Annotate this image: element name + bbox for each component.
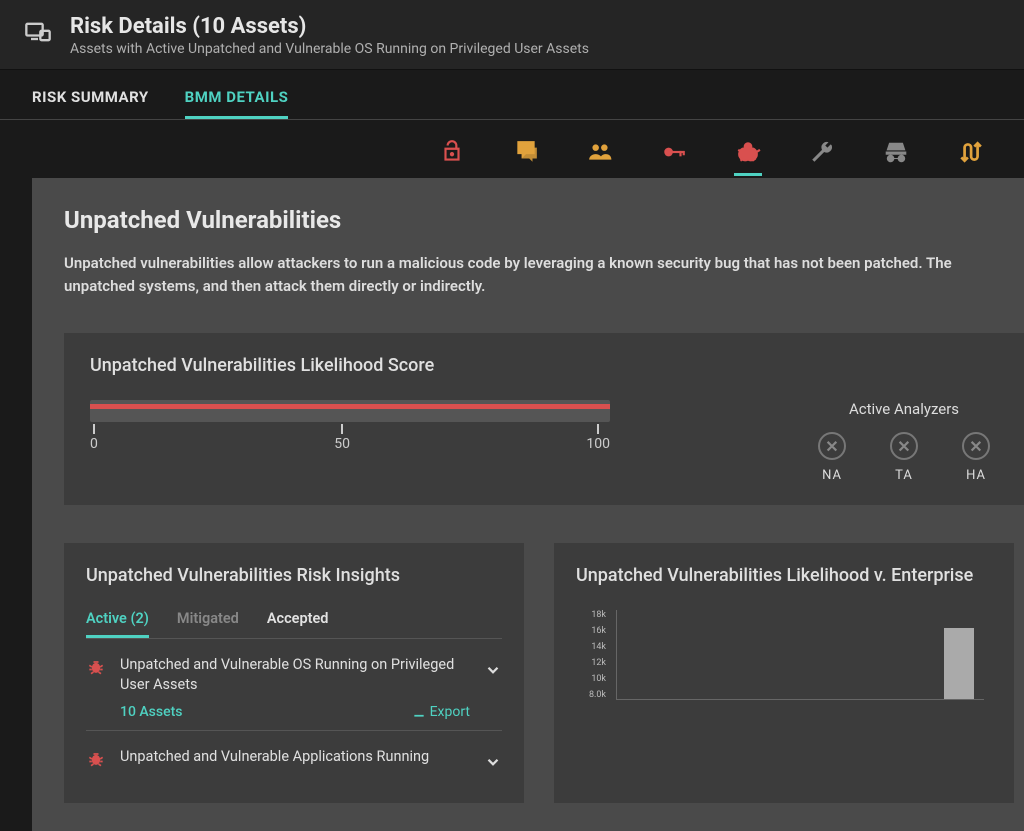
device-icon [24,14,52,50]
key-icon[interactable] [660,138,688,166]
page-header: Risk Details (10 Assets) Assets with Act… [0,0,1024,70]
bug-icon [86,749,106,769]
analyzers-title: Active Analyzers [818,400,990,418]
insight-row: Unpatched and Vulnerable Applications Ru… [86,731,502,781]
wrench-icon[interactable] [808,138,836,166]
section-title: Unpatched Vulnerabilities [64,206,1024,234]
close-circle-icon: ✕ [962,432,990,460]
close-circle-icon: ✕ [890,432,918,460]
subtab-accepted[interactable]: Accepted [267,610,329,638]
insight-title: Unpatched and Vulnerable Applications Ru… [120,747,470,767]
insight-title: Unpatched and Vulnerable OS Running on P… [120,655,470,694]
chevron-down-icon[interactable] [484,753,502,771]
insights-card: Unpatched Vulnerabilities Risk Insights … [64,543,524,803]
content-panel: Unpatched Vulnerabilities Unpatched vuln… [32,178,1024,831]
download-icon [412,705,426,719]
analyzer-na[interactable]: ✕ NA [818,432,846,483]
chevron-down-icon[interactable] [484,661,502,679]
page-title: Risk Details (10 Assets) [70,14,589,39]
analyzer-ta[interactable]: ✕ TA [890,432,918,483]
enterprise-chart-card: Unpatched Vulnerabilities Likelihood v. … [554,543,1014,803]
likelihood-slider: 0 50 100 [90,400,610,452]
chat-icon[interactable] [512,138,540,166]
y-axis: 18k 16k 14k 12k 10k 8.0k [576,610,606,700]
tick-50: 50 [334,436,350,452]
tick-100: 100 [586,436,610,452]
bug-icon [86,657,106,677]
lock-icon[interactable] [438,138,466,166]
likelihood-card: Unpatched Vulnerabilities Likelihood Sco… [64,333,1024,505]
active-analyzers: Active Analyzers ✕ NA ✕ TA ✕ HA [818,400,998,483]
tab-bmm-details[interactable]: BMM DETAILS [185,88,289,119]
assets-link[interactable]: 10 Assets [120,704,182,720]
incognito-icon[interactable] [882,138,910,166]
section-description: Unpatched vulnerabilities allow attacker… [64,252,1024,297]
tick-0: 0 [90,436,98,452]
page-subtitle: Assets with Active Unpatched and Vulnera… [70,41,589,57]
subtab-mitigated[interactable]: Mitigated [177,610,239,638]
main-tabs: RISK SUMMARY BMM DETAILS [0,70,1024,120]
close-circle-icon: ✕ [818,432,846,460]
export-link[interactable]: Export [412,704,470,720]
insights-subtabs: Active (2) Mitigated Accepted [86,610,502,639]
bar-chart: 18k 16k 14k 12k 10k 8.0k [576,610,992,700]
bug-icon[interactable] [734,138,762,166]
insight-row: Unpatched and Vulnerable OS Running on P… [86,639,502,731]
category-icon-row [0,120,1024,178]
likelihood-title: Unpatched Vulnerabilities Likelihood Sco… [90,355,998,376]
analyzer-ha[interactable]: ✕ HA [962,432,990,483]
tab-risk-summary[interactable]: RISK SUMMARY [32,88,149,119]
enterprise-chart-title: Unpatched Vulnerabilities Likelihood v. … [576,565,992,586]
insights-title: Unpatched Vulnerabilities Risk Insights [86,565,502,586]
chart-bar [944,628,974,699]
route-icon[interactable] [956,138,984,166]
users-icon[interactable] [586,138,614,166]
subtab-active[interactable]: Active (2) [86,610,149,638]
